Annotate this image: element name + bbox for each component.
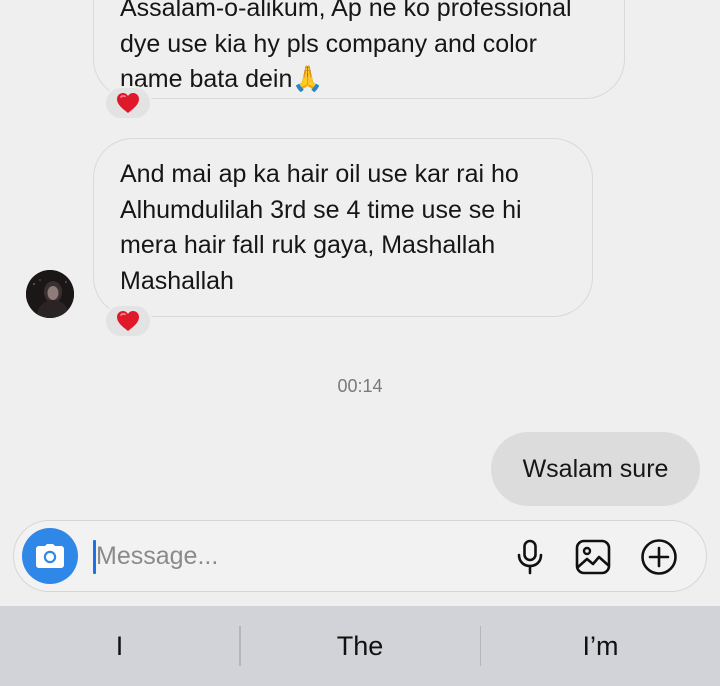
message-line: mera hair fall ruk gaya, Mashallah	[120, 231, 496, 259]
suggestion-item[interactable]: The	[241, 606, 480, 686]
message-line: Alhumdulilah 3rd se 4 time use se hi	[120, 195, 522, 224]
folded-hands-emoji: 🙏	[292, 65, 324, 93]
sender-avatar[interactable]	[26, 270, 74, 318]
suggestion-item[interactable]: I	[0, 606, 239, 686]
message-composer	[13, 520, 707, 592]
avatar-photo	[26, 270, 74, 318]
message-line: dye use kia hy pls company and color	[120, 29, 537, 58]
chat-screen: Assalam-o-alikum, Ap ne ko professional …	[0, 0, 720, 686]
message-timestamp: 00:14	[337, 376, 383, 396]
heart-reaction[interactable]	[104, 304, 152, 338]
heart-icon	[117, 311, 139, 331]
keyboard-suggestion-bar: I The I’m	[0, 606, 720, 686]
camera-icon	[36, 544, 64, 568]
incoming-message-bubble[interactable]: Assalam-o-alikum, Ap ne ko professional …	[93, 0, 625, 99]
message-line: And mai ap ka hair oil use kar rai ho	[120, 160, 519, 188]
message-line-text: name bata dein	[120, 65, 293, 93]
suggestion-item[interactable]: I’m	[481, 606, 720, 686]
outgoing-message-text: Wsalam sure	[522, 454, 669, 483]
add-button[interactable]	[640, 537, 678, 577]
microphone-icon	[517, 539, 543, 575]
message-line: name bata dein🙏	[120, 62, 604, 98]
camera-button[interactable]	[22, 528, 78, 584]
heart-reaction[interactable]	[104, 86, 152, 120]
heart-icon	[117, 93, 139, 113]
incoming-message-bubble[interactable]: And mai ap ka hair oil use kar rai ho Al…	[93, 138, 593, 317]
outgoing-message-bubble[interactable]: Wsalam sure	[491, 432, 700, 506]
microphone-button[interactable]	[511, 537, 549, 577]
message-input[interactable]	[96, 535, 476, 577]
message-line: Mashallah	[120, 266, 234, 295]
gallery-button[interactable]	[574, 537, 612, 577]
message-line: Assalam-o-alikum, Ap ne ko professional	[120, 0, 572, 22]
plus-circle-icon	[641, 539, 677, 575]
gallery-icon	[575, 539, 611, 575]
